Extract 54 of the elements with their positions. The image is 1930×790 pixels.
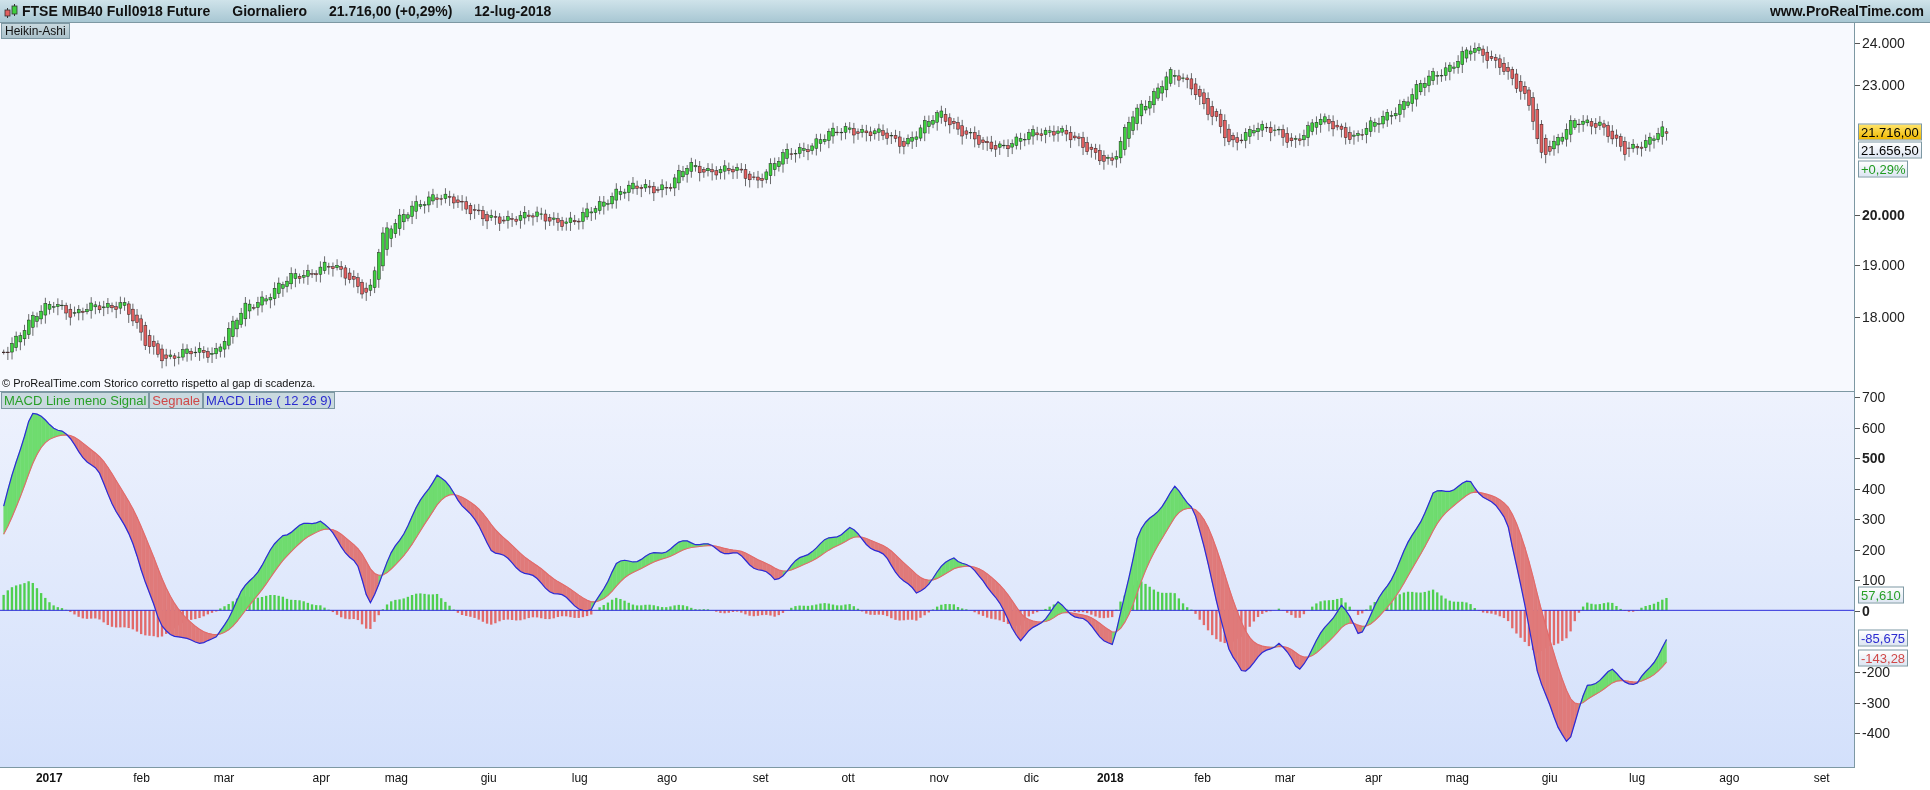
- legend-item: MACD Line meno Signal: [1, 392, 150, 409]
- time-axis-label: ago: [657, 771, 678, 785]
- period-label: Giornaliero: [232, 3, 307, 19]
- time-axis-label: ott: [841, 771, 855, 785]
- legend-item: Segnale: [149, 392, 204, 409]
- axis-tick-label: 500: [1855, 450, 1886, 467]
- time-axis-label: set: [1813, 771, 1830, 785]
- time-axis-label: giu: [480, 771, 497, 785]
- price-badge: 21.716,00: [1858, 123, 1922, 141]
- instrument-title: FTSE MIB40 Full0918 Future: [22, 3, 211, 19]
- axis-tick-label: 18.000: [1855, 308, 1905, 325]
- time-axis-label: ago: [1719, 771, 1740, 785]
- time-axis-label: nov: [929, 771, 949, 785]
- date-label: 12-lug-2018: [474, 3, 552, 19]
- time-axis-label: dic: [1023, 771, 1040, 785]
- site-label: www.ProRealTime.com: [1769, 3, 1924, 19]
- axis-tick-label: 19.000: [1855, 257, 1905, 274]
- axis-tick-label: 300: [1855, 511, 1886, 528]
- axis-tick-label: -300: [1855, 694, 1891, 711]
- price-badge: 21.656,50: [1858, 141, 1922, 159]
- axis-tick-label: -200: [1855, 664, 1891, 680]
- time-axis-label: mag: [384, 771, 408, 785]
- time-axis-label: mar: [213, 771, 235, 785]
- value-badge: -85,675: [1858, 629, 1909, 647]
- axis-tick-label: 400: [1855, 480, 1886, 497]
- axis-tick-label: 23.000: [1855, 76, 1905, 93]
- time-axis-label: feb: [1194, 771, 1211, 785]
- time-axis-label: feb: [133, 771, 150, 785]
- time-axis-label: 2017: [35, 771, 63, 785]
- time-axis-label: set: [752, 771, 769, 785]
- time-axis-label: apr: [1364, 771, 1383, 785]
- time-axis-label: apr: [312, 771, 330, 785]
- axis-tick-label: 0: [1855, 602, 1870, 619]
- axis-tick-label: 20.000: [1855, 206, 1905, 223]
- copyright-note: © ProRealTime.com Storico corretto rispetto al gap di scadenza.: [2, 377, 316, 389]
- axis-tick-label: 600: [1855, 419, 1886, 436]
- value-badge: -143,28: [1858, 649, 1909, 667]
- legend-item: MACD Line ( 12 26 9): [203, 392, 335, 409]
- price-badge: +0,29%: [1858, 160, 1909, 178]
- axis-tick-label: 100: [1855, 572, 1886, 589]
- axis-tick-label: 200: [1855, 541, 1886, 558]
- time-axis-label: lug: [1629, 771, 1646, 785]
- time-axis-label: giu: [1541, 771, 1558, 785]
- time-axis-label: lug: [571, 771, 588, 785]
- axis-tick-label: 24.000: [1855, 34, 1905, 51]
- time-axis-label: 2018: [1096, 771, 1124, 785]
- axis-tick-label: -400: [1855, 725, 1891, 742]
- time-axis-label: mag: [1445, 771, 1469, 785]
- candlestick-icon: [4, 3, 18, 19]
- value-badge: 57,610: [1858, 586, 1904, 604]
- time-axis-label: mar: [1274, 771, 1296, 785]
- price-label: 21.716,00 (+0,29%): [328, 3, 453, 19]
- chart-style-label[interactable]: Heikin-Ashi: [1, 23, 70, 39]
- axis-tick-label: 700: [1855, 389, 1886, 406]
